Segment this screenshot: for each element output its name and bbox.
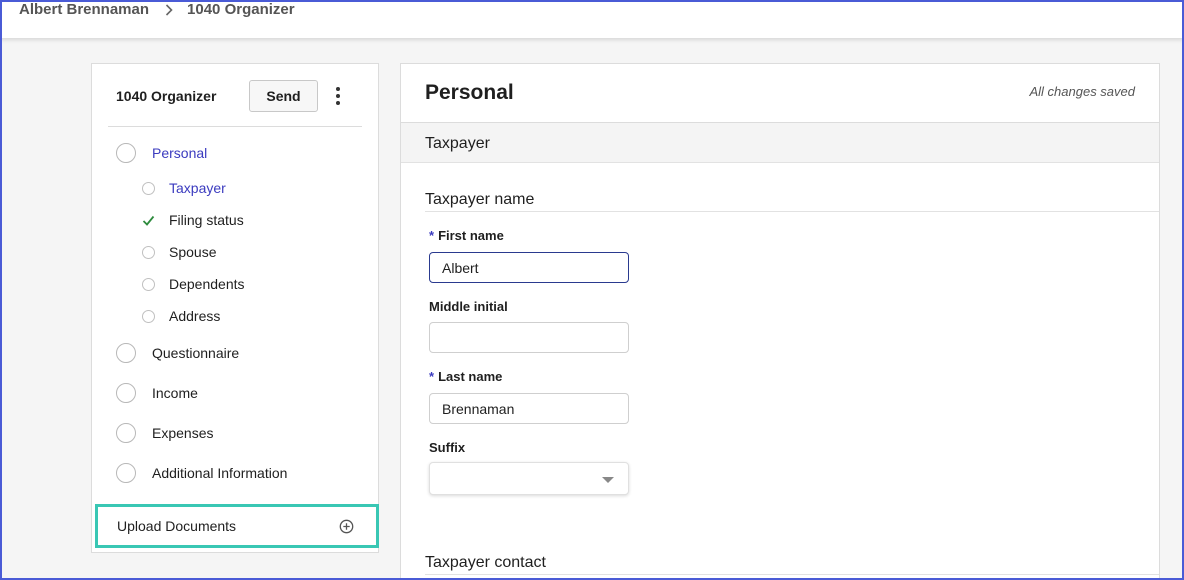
sidebar-item-personal[interactable]: Personal <box>116 143 207 163</box>
suffix-label: Suffix <box>429 440 466 455</box>
page-title: Personal <box>425 81 514 104</box>
sidebar-item-label: Personal <box>152 145 208 161</box>
status-circle-icon <box>142 181 155 195</box>
sidebar-subitem-filing-status[interactable]: Filing status <box>142 212 244 228</box>
sidebar-subitem-label: Taxpayer <box>169 180 226 196</box>
chevron-right-icon <box>165 3 173 16</box>
middle-initial-label: Middle initial <box>429 299 508 314</box>
suffix-dropdown[interactable] <box>429 462 629 495</box>
status-circle-icon <box>142 245 155 259</box>
group-title-taxpayer-contact: Taxpayer contact <box>425 554 546 571</box>
section-header: Taxpayer <box>401 122 1159 163</box>
sidebar-item-questionnaire[interactable]: Questionnaire <box>116 343 239 363</box>
upload-documents-label: Upload Documents <box>117 518 237 534</box>
sidebar-subitem-label: Address <box>169 308 221 324</box>
status-circle-icon <box>116 423 136 443</box>
sidebar-item-label: Questionnaire <box>152 345 240 361</box>
last-name-label: * Last name <box>429 369 503 384</box>
status-circle-icon <box>116 143 136 163</box>
status-circle-icon <box>142 309 155 323</box>
sidebar-subitem-taxpayer[interactable]: Taxpayer <box>142 180 226 196</box>
caret-down-icon <box>602 477 614 483</box>
sidebar-item-income[interactable]: Income <box>116 383 198 403</box>
checkmark-icon <box>142 215 155 226</box>
required-marker: * <box>429 369 435 384</box>
section-header-label: Taxpayer <box>425 135 490 152</box>
organizer-sidebar: 1040 Organizer Send Personal Taxpayer Fi… <box>91 63 379 553</box>
group-title-taxpayer-name: Taxpayer name <box>425 191 535 208</box>
middle-initial-field[interactable] <box>429 322 629 353</box>
form-panel: Personal All changes saved Taxpayer Taxp… <box>400 63 1160 580</box>
top-bar: Albert Brennaman 1040 Organizer <box>0 0 1184 38</box>
sidebar-item-label: Additional Information <box>152 465 288 481</box>
sidebar-item-expenses[interactable]: Expenses <box>116 423 213 443</box>
required-marker: * <box>429 228 435 243</box>
status-circle-icon <box>116 343 136 363</box>
more-options-icon[interactable] <box>330 82 346 110</box>
breadcrumb-current: 1040 Organizer <box>187 1 295 18</box>
save-status: All changes saved <box>1029 84 1135 99</box>
sidebar-subitem-dependents[interactable]: Dependents <box>142 276 245 292</box>
upload-documents-button[interactable]: Upload Documents <box>95 504 379 548</box>
add-circle-icon <box>339 519 354 533</box>
sidebar-subitem-spouse[interactable]: Spouse <box>142 244 216 260</box>
sidebar-subitem-address[interactable]: Address <box>142 308 220 324</box>
first-name-label: * First name <box>429 228 504 243</box>
last-name-field[interactable] <box>429 393 629 424</box>
sidebar-subitem-label: Dependents <box>169 276 245 292</box>
sidebar-divider <box>108 126 362 127</box>
sidebar-subitem-label: Filing status <box>169 212 244 228</box>
group-divider <box>425 574 1159 575</box>
sidebar-item-additional-information[interactable]: Additional Information <box>116 463 287 483</box>
status-circle-icon <box>116 383 136 403</box>
sidebar-subitem-label: Spouse <box>169 244 217 260</box>
send-button[interactable]: Send <box>249 80 318 112</box>
sidebar-item-label: Expenses <box>152 425 214 441</box>
sidebar-title: 1040 Organizer <box>116 88 217 104</box>
first-name-field[interactable] <box>429 252 629 283</box>
status-circle-icon <box>116 463 136 483</box>
status-circle-icon <box>142 277 155 291</box>
sidebar-item-label: Income <box>152 385 198 401</box>
group-divider <box>425 211 1159 212</box>
breadcrumb-client-link[interactable]: Albert Brennaman <box>19 1 149 18</box>
breadcrumb: Albert Brennaman 1040 Organizer <box>19 1 295 18</box>
